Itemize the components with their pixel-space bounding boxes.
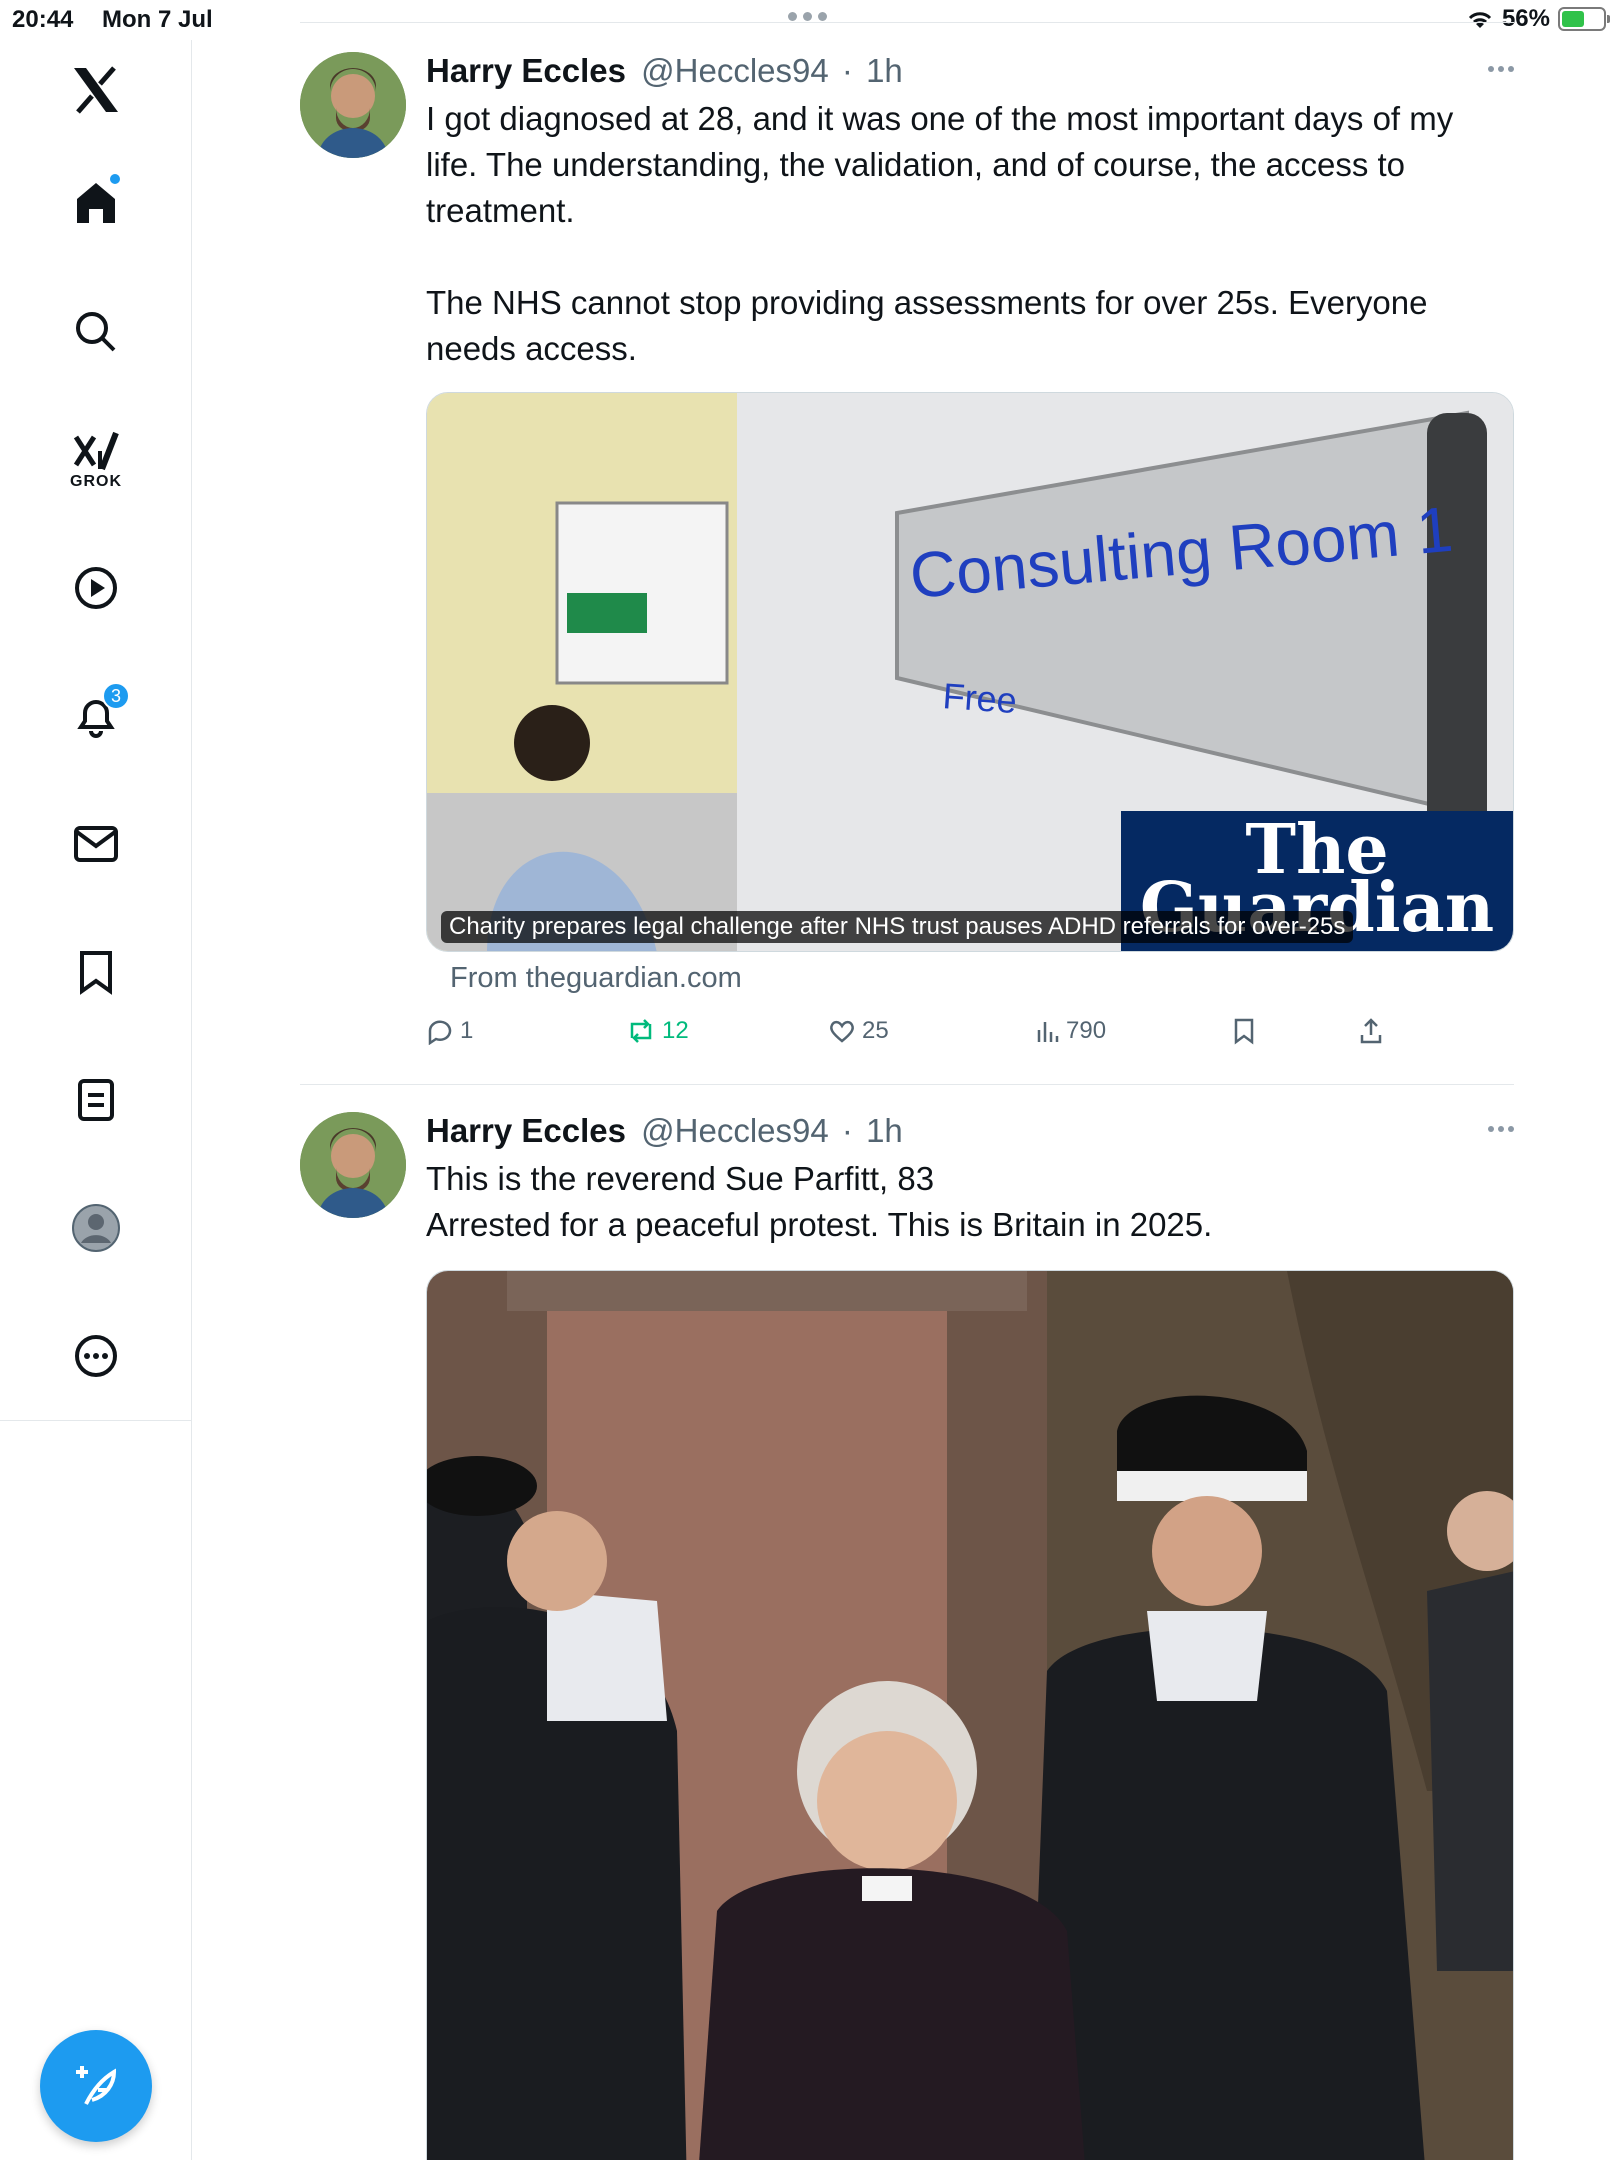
- tweet-line: Arrested for a peaceful protest. This is…: [426, 1206, 1213, 1243]
- more-options-icon[interactable]: [1488, 66, 1514, 72]
- tweet-line: I got diagnosed at 28, and it was one of…: [426, 100, 1454, 137]
- reply-count: 1: [460, 1017, 474, 1044]
- battery-level: [1562, 11, 1585, 27]
- feed-top-divider: [300, 22, 1514, 23]
- timeline-feed: Harry Eccles @Heccles94 · 1h I got diagn…: [300, 0, 1514, 2160]
- battery-icon: [1558, 7, 1610, 31]
- profile-icon[interactable]: [56, 1188, 136, 1268]
- tweet-header: Harry Eccles @Heccles94 · 1h: [426, 1112, 903, 1150]
- author-name[interactable]: Harry Eccles: [426, 1112, 626, 1149]
- tweet[interactable]: Harry Eccles @Heccles94 · 1h I got diagn…: [300, 52, 1514, 1085]
- notifications-badge: 3: [102, 682, 130, 710]
- compose-feather-icon: [76, 2066, 117, 2105]
- tweet-text: This is the reverend Sue Parfitt, 83 Arr…: [426, 1156, 1506, 1248]
- lists-icon[interactable]: [56, 1060, 136, 1140]
- tweet-line: The NHS cannot stop providing assessment…: [426, 284, 1428, 321]
- tweet[interactable]: Harry Eccles @Heccles94 · 1h This is the…: [300, 1112, 1514, 2160]
- grok-label: GROK: [70, 473, 122, 490]
- tweet-time[interactable]: 1h: [866, 52, 903, 89]
- tweet-header: Harry Eccles @Heccles94 · 1h: [426, 52, 903, 90]
- tweet-line: This is the reverend Sue Parfitt, 83: [426, 1160, 935, 1197]
- home-unread-dot: [108, 172, 122, 186]
- bookmark-button[interactable]: [1232, 1017, 1256, 1045]
- tweet-line: treatment.: [426, 192, 575, 229]
- share-icon: [1360, 1018, 1382, 1044]
- tweet-time[interactable]: 1h: [866, 1112, 903, 1149]
- status-time: 20:44: [12, 6, 74, 33]
- reply-icon: [428, 1020, 452, 1045]
- home-icon[interactable]: [56, 162, 136, 242]
- views-count: 790: [1066, 1017, 1107, 1044]
- meta-separator: ·: [841, 1112, 853, 1149]
- notifications-icon[interactable]: 3: [56, 676, 136, 756]
- video-icon[interactable]: [56, 548, 136, 628]
- sidebar-divider: [0, 1420, 192, 1421]
- repost-button[interactable]: 12: [626, 1017, 689, 1045]
- tweet-text: I got diagnosed at 28, and it was one of…: [426, 96, 1506, 372]
- meta-separator: ·: [841, 52, 853, 89]
- link-card[interactable]: Consulting Room 1 Free The Guardian Char…: [426, 392, 1514, 952]
- views-icon: [1037, 1022, 1059, 1042]
- author-handle[interactable]: @Heccles94: [641, 52, 829, 89]
- messages-icon[interactable]: [56, 804, 136, 884]
- status-date: Mon 7 Jul: [102, 6, 213, 33]
- card-source[interactable]: From theguardian.com: [450, 962, 742, 995]
- bookmark-icon: [1234, 1018, 1254, 1045]
- protest-photo: [427, 1271, 1513, 2160]
- tweet-actions: 1 12 25 790: [426, 1017, 1514, 1057]
- x-logo-icon[interactable]: [56, 50, 136, 130]
- repost-count: 12: [662, 1017, 689, 1044]
- bookmarks-icon[interactable]: [56, 932, 136, 1012]
- more-options-icon[interactable]: [1488, 1126, 1514, 1132]
- repost-icon: [630, 1019, 652, 1043]
- more-icon[interactable]: [56, 1316, 136, 1396]
- search-icon[interactable]: [56, 292, 136, 372]
- author-name[interactable]: Harry Eccles: [426, 52, 626, 89]
- views-button[interactable]: 790: [1034, 1017, 1106, 1045]
- reply-button[interactable]: 1: [426, 1017, 473, 1045]
- avatar[interactable]: [300, 1112, 406, 1218]
- like-count: 25: [862, 1017, 889, 1044]
- author-handle[interactable]: @Heccles94: [641, 1112, 829, 1149]
- sidebar-nav: GROK 3: [0, 40, 192, 2160]
- grok-icon[interactable]: GROK: [56, 420, 136, 500]
- sign-subtext: Free: [941, 675, 1018, 721]
- tweet-line: life. The understanding, the validation,…: [426, 146, 1406, 183]
- card-headline: Charity prepares legal challenge after N…: [441, 911, 1354, 943]
- tweet-photo[interactable]: [426, 1270, 1514, 2160]
- avatar[interactable]: [300, 52, 406, 158]
- tweet-divider: [300, 1084, 1514, 1085]
- heart-icon: [830, 1020, 854, 1043]
- share-button[interactable]: [1358, 1017, 1384, 1045]
- like-button[interactable]: 25: [828, 1017, 889, 1045]
- compose-button[interactable]: [40, 2030, 152, 2142]
- tweet-line: needs access.: [426, 330, 637, 367]
